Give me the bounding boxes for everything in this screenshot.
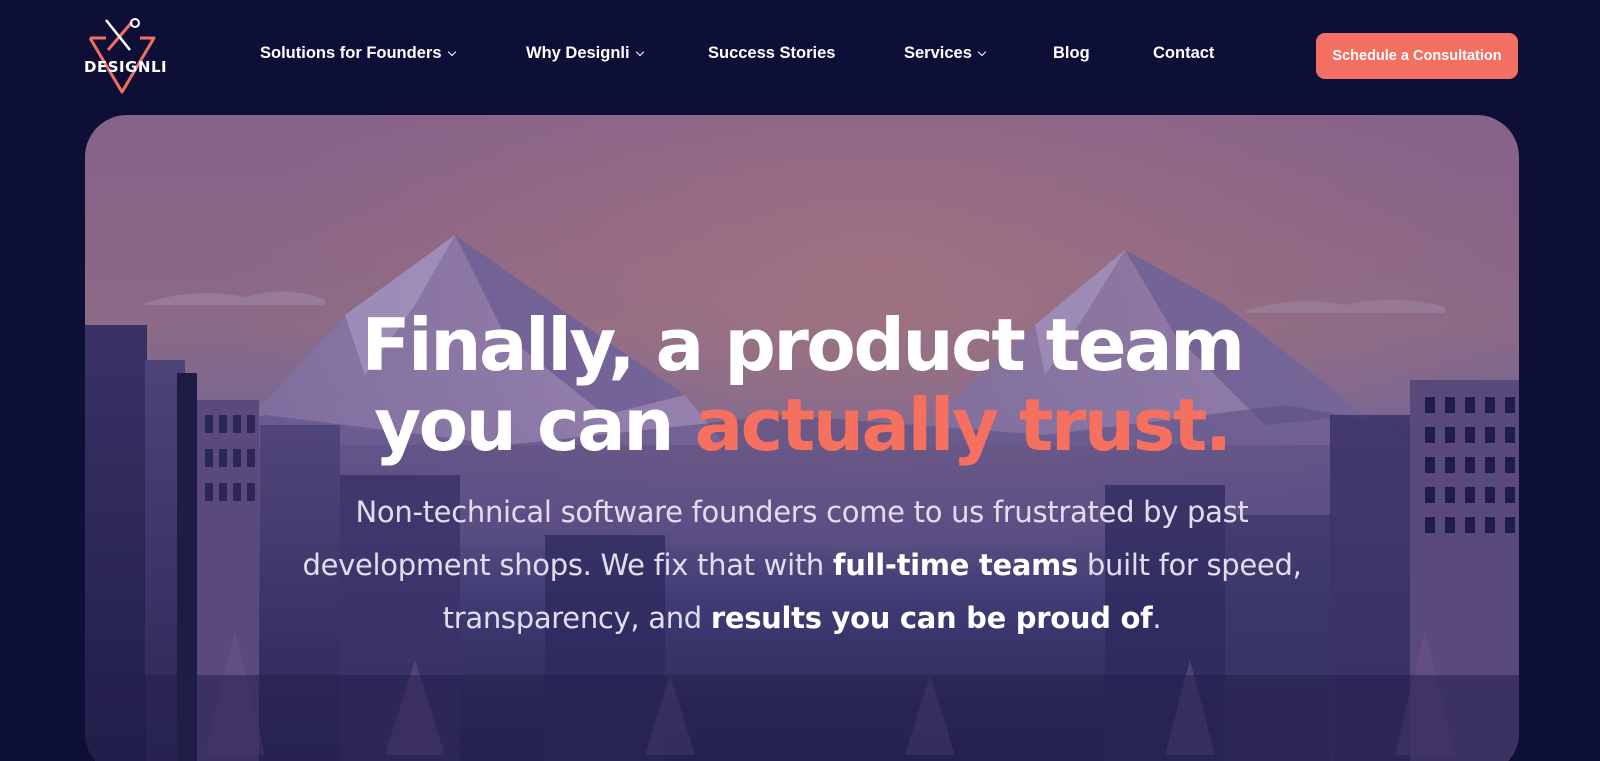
chevron-down-icon — [447, 47, 456, 56]
nav-solutions-for-founders[interactable]: Solutions for Founders — [260, 44, 456, 63]
hero-subtitle-text: transparency, and — [442, 601, 703, 635]
tools-triangle-icon — [88, 18, 156, 94]
hero-subtitle-emphasis: results you can be proud of — [710, 601, 1153, 635]
nav-why-designli[interactable]: Why Designli — [526, 44, 644, 63]
nav-label: Why Designli — [526, 44, 630, 62]
nav-label: Success Stories — [708, 44, 836, 62]
hero-subtitle-text: development shops. We fix that with — [302, 548, 824, 582]
nav-success-stories[interactable]: Success Stories — [708, 44, 836, 63]
hero-section: Finally, a product team you can actually… — [85, 115, 1519, 761]
site-header: DESIGNLI Solutions for Founders Why Desi… — [0, 0, 1600, 115]
nav-label: Solutions for Founders — [260, 44, 442, 62]
hero-subtitle-emphasis: full-time teams — [832, 548, 1078, 582]
chevron-down-icon — [635, 47, 644, 56]
hero-subtitle-line-2: development shops. We fix that with full… — [85, 539, 1519, 592]
brand-name: DESIGNLI — [84, 58, 168, 76]
hero-subtitle-period: . — [1152, 601, 1162, 635]
nav-services[interactable]: Services — [904, 44, 987, 63]
hero-title-line-2: you can actually trust. — [85, 385, 1519, 465]
nav-blog[interactable]: Blog — [1053, 44, 1090, 63]
hero-subtitle-line-3: transparency, and results you can be pro… — [85, 592, 1519, 645]
designli-logo[interactable]: DESIGNLI — [84, 16, 168, 96]
nav-label: Contact — [1153, 44, 1215, 62]
hero-title-line-1: Finally, a product team — [361, 303, 1245, 387]
nav-contact[interactable]: Contact — [1153, 44, 1214, 63]
chevron-down-icon — [977, 47, 987, 56]
hero-subtitle-line-1: Non-technical software founders come to … — [355, 495, 1249, 529]
nav-label: Blog — [1053, 44, 1090, 62]
hero-subtitle-text: built for speed, — [1086, 548, 1302, 582]
nav-label: Services — [904, 44, 972, 62]
schedule-consultation-button[interactable]: Schedule a Consultation — [1316, 33, 1518, 79]
hero-title-prefix: you can — [374, 383, 674, 467]
hero-title-accent: actually trust. — [694, 383, 1233, 467]
